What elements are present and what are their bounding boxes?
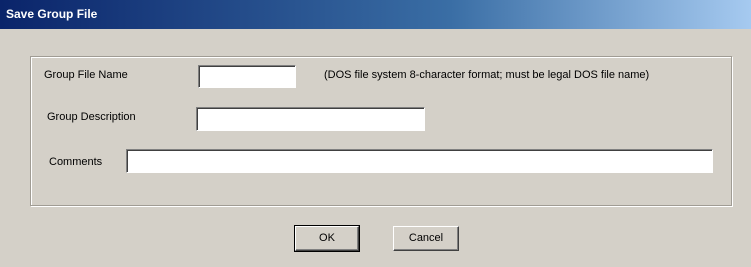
- comments-input[interactable]: [126, 149, 713, 173]
- group-description-input[interactable]: [196, 107, 425, 131]
- title-bar: Save Group File: [0, 0, 751, 29]
- group-file-name-input[interactable]: [198, 65, 296, 88]
- window-title: Save Group File: [6, 7, 98, 21]
- group-description-label: Group Description: [47, 111, 136, 123]
- save-group-file-dialog: Save Group File Group File Name (DOS fil…: [0, 0, 751, 267]
- group-file-name-hint: (DOS file system 8-character format; mus…: [324, 69, 650, 81]
- group-file-name-label: Group File Name: [44, 69, 128, 81]
- comments-label: Comments: [49, 156, 103, 168]
- ok-button[interactable]: OK: [294, 225, 360, 252]
- cancel-button[interactable]: Cancel: [393, 226, 459, 251]
